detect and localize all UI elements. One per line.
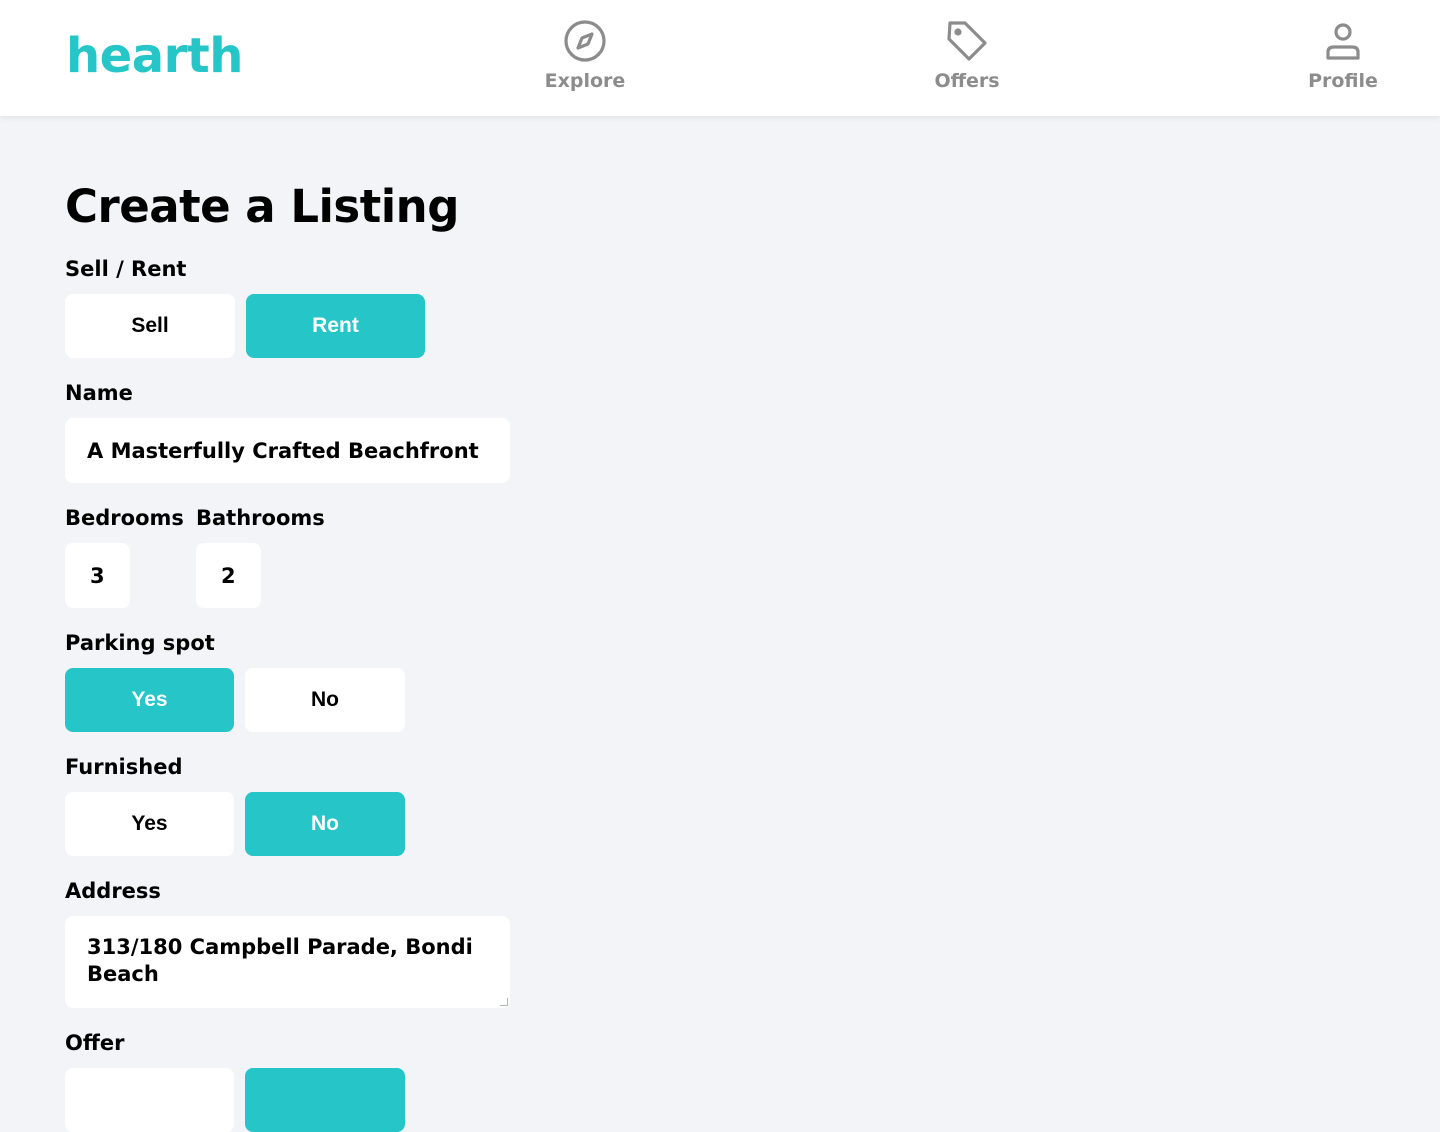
address-line-2: Beach	[87, 962, 159, 986]
offer-option-1-button[interactable]	[65, 1068, 234, 1132]
nav-profile[interactable]: Profile	[1273, 18, 1413, 102]
user-icon	[1326, 23, 1360, 60]
nav-offers[interactable]: Offers	[897, 18, 1037, 102]
sell-rent-label: Sell / Rent	[65, 257, 187, 281]
name-label: Name	[65, 381, 133, 405]
bedrooms-input[interactable]: 3	[65, 543, 130, 608]
nav-explore-label: Explore	[544, 70, 626, 92]
parking-yes-button[interactable]: Yes	[65, 668, 234, 732]
top-navigation-bar: hearth Explore Offers Profile	[0, 0, 1440, 116]
nav-explore[interactable]: Explore	[515, 18, 655, 102]
bathrooms-label: Bathrooms	[196, 506, 325, 530]
compass-icon	[564, 20, 606, 62]
tag-icon	[947, 21, 987, 61]
furnished-yes-button[interactable]: Yes	[65, 792, 234, 856]
resize-handle[interactable]	[500, 998, 508, 1006]
address-label: Address	[65, 879, 161, 903]
sell-button[interactable]: Sell	[65, 294, 235, 358]
offer-label: Offer	[65, 1031, 125, 1055]
page-title: Create a Listing	[65, 180, 459, 233]
hearth-logo[interactable]: hearth	[66, 28, 243, 84]
rent-button[interactable]: Rent	[246, 294, 425, 358]
nav-offers-label: Offers	[934, 70, 1000, 92]
address-textarea[interactable]: 313/180 Campbell Parade, Bondi Beach	[65, 916, 510, 1008]
offer-option-2-button[interactable]	[245, 1068, 405, 1132]
bedrooms-label: Bedrooms	[65, 506, 184, 530]
parking-no-button[interactable]: No	[245, 668, 405, 732]
name-input[interactable]: A Masterfully Crafted Beachfront	[65, 418, 510, 483]
nav-profile-label: Profile	[1308, 70, 1378, 92]
bathrooms-input[interactable]: 2	[196, 543, 261, 608]
address-line-1: 313/180 Campbell Parade, Bondi	[87, 935, 473, 959]
furnished-no-button[interactable]: No	[245, 792, 405, 856]
parking-label: Parking spot	[65, 631, 215, 655]
furnished-label: Furnished	[65, 755, 183, 779]
